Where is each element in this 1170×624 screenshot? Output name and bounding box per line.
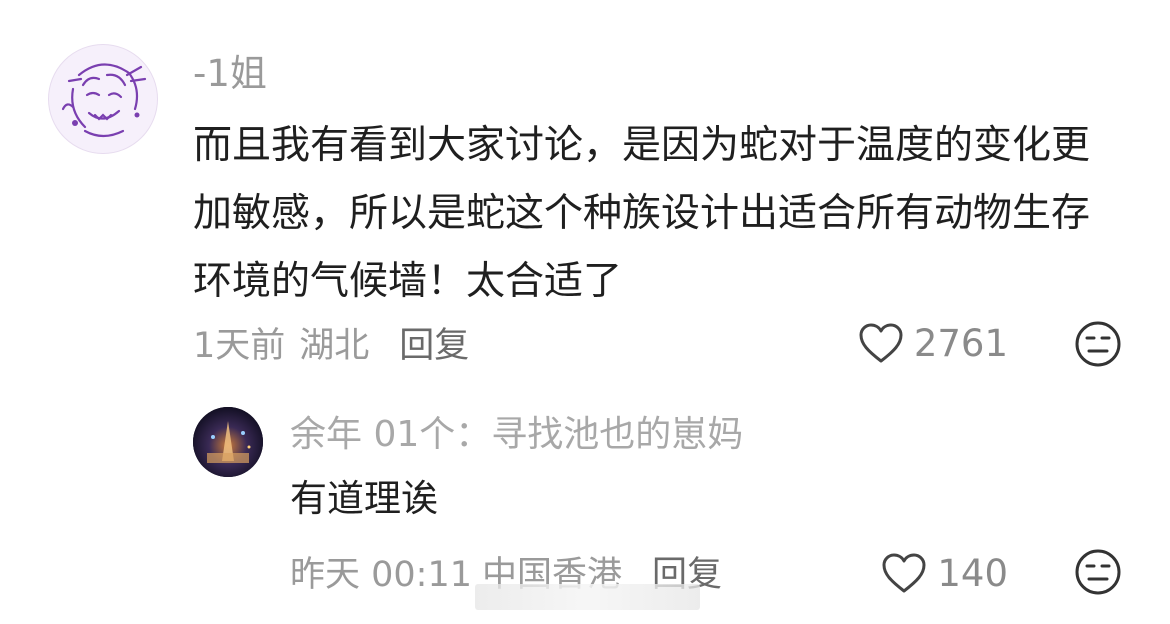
like-button[interactable]: 2761 — [858, 318, 1008, 368]
avatar-sketch-image — [61, 63, 147, 138]
comment-text: 而且我有看到大家讨论，是因为蛇对于温度的变化更加敏感，所以是蛇这个种族设计出适合… — [193, 123, 1091, 304]
reaction-button[interactable] — [1074, 320, 1122, 368]
meh-face-icon — [1075, 549, 1121, 595]
heart-outline-icon — [859, 323, 903, 363]
reply-like-count: 140 — [937, 551, 1008, 595]
reply-avatar[interactable] — [193, 407, 263, 477]
heart-outline-icon — [882, 553, 926, 593]
reply-time: 昨天 00:11 — [290, 554, 472, 595]
reply-like-button[interactable]: 140 — [881, 548, 1008, 598]
comment-time: 1天前 — [193, 325, 286, 366]
reply-button[interactable]: 回复 — [399, 317, 469, 368]
reply-reaction-button[interactable] — [1074, 548, 1122, 596]
avatar[interactable] — [48, 44, 158, 154]
reply-header[interactable]: 余年 01个：寻找池也的崽妈 — [290, 412, 743, 458]
reply-avatar-image — [193, 407, 263, 477]
comment-location: 湖北 — [299, 325, 370, 366]
comment-meta: 1天前 湖北 回复 — [193, 320, 469, 366]
comment-username[interactable]: -1姐 — [193, 52, 267, 96]
watermark-overlay — [475, 584, 700, 610]
like-count: 2761 — [913, 321, 1008, 365]
reply-text: 有道理诶 — [290, 477, 438, 520]
meh-face-icon — [1075, 321, 1121, 367]
